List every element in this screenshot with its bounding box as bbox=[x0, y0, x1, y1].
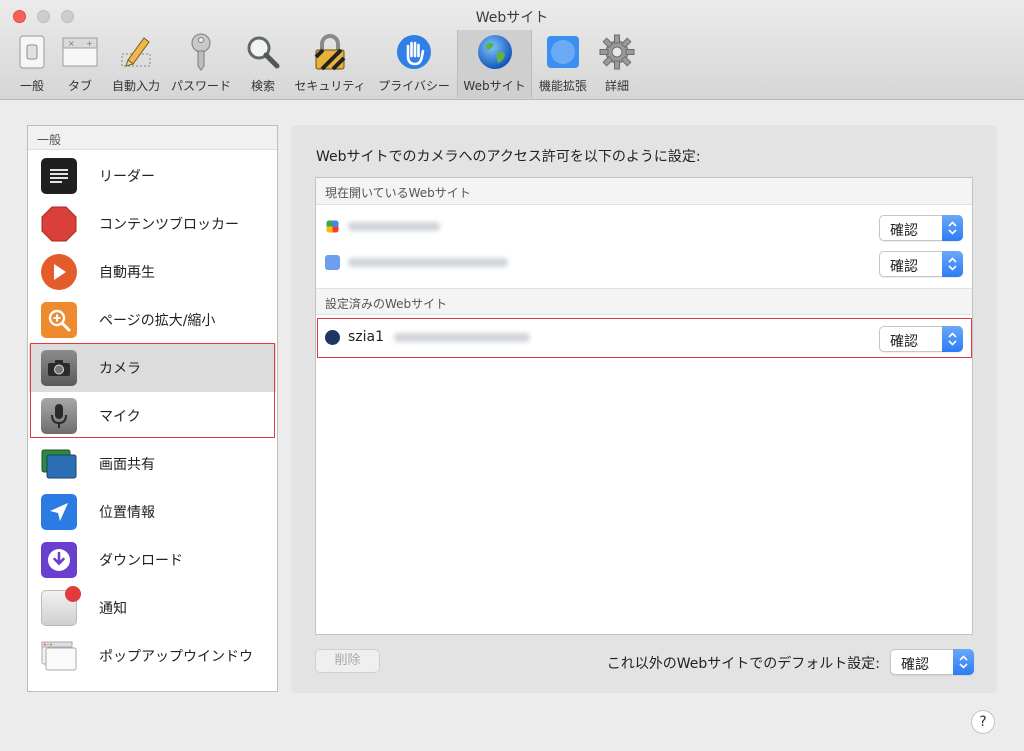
magnifier-icon bbox=[245, 34, 281, 70]
site-row[interactable]: 確認 bbox=[316, 209, 972, 245]
location-arrow-icon bbox=[41, 494, 77, 530]
sidebar-item-label: 通知 bbox=[99, 601, 127, 617]
permission-value: 確認 bbox=[901, 657, 929, 673]
toolbar-label: 詳細 bbox=[604, 79, 629, 93]
sidebar-item-location[interactable]: 位置情報 bbox=[29, 488, 276, 536]
notification-icon bbox=[41, 586, 81, 626]
download-icon bbox=[41, 542, 77, 578]
default-setting-label: これ以外のWebサイトでのデフォルト設定: bbox=[606, 656, 880, 672]
sidebar-item-screen-sharing[interactable]: 画面共有 bbox=[29, 440, 276, 488]
switch-icon bbox=[14, 34, 50, 70]
toolbar-label: 検索 bbox=[250, 79, 275, 93]
permission-select[interactable]: 確認 bbox=[879, 251, 963, 277]
sidebar-item-reader[interactable]: リーダー bbox=[29, 152, 276, 200]
permission-value: 確認 bbox=[890, 259, 918, 275]
sidebar-item-label: 位置情報 bbox=[99, 505, 155, 521]
sidebar-item-label: マイク bbox=[99, 409, 141, 425]
hand-icon bbox=[396, 34, 432, 70]
blurred-site-url bbox=[348, 222, 440, 231]
site-favicon bbox=[325, 255, 340, 270]
stop-sign-icon bbox=[41, 206, 77, 242]
window-title: Webサイト bbox=[475, 10, 549, 26]
sidebar-item-label: コンテンツブロッカー bbox=[99, 217, 239, 233]
toolbar-label: プライバシー bbox=[378, 79, 450, 93]
sidebar-item-page-zoom[interactable]: ページの拡大/縮小 bbox=[29, 296, 276, 344]
pencil-icon bbox=[118, 34, 154, 70]
popup-window-icon bbox=[41, 638, 77, 674]
toolbar-label: 自動入力 bbox=[111, 79, 160, 93]
screen-share-icon bbox=[41, 446, 77, 482]
sidebar-item-content-blockers[interactable]: コンテンツブロッカー bbox=[29, 200, 276, 248]
toolbar-websites[interactable]: Webサイト bbox=[457, 30, 532, 98]
globe-icon bbox=[477, 34, 513, 70]
gear-icon bbox=[599, 34, 635, 70]
toolbar-extensions[interactable]: 機能拡張 bbox=[535, 30, 591, 98]
sidebar-item-label: リーダー bbox=[99, 169, 155, 185]
play-icon bbox=[41, 254, 77, 290]
reader-icon bbox=[41, 158, 77, 194]
sidebar-item-label: 画面共有 bbox=[99, 457, 155, 473]
permission-value: 確認 bbox=[890, 223, 918, 239]
padlock-icon bbox=[312, 34, 348, 71]
key-icon bbox=[183, 33, 219, 71]
sidebar-item-notifications[interactable]: 通知 bbox=[29, 584, 276, 632]
help-button[interactable]: ? bbox=[971, 710, 995, 734]
tabs-icon: × + bbox=[62, 34, 98, 70]
delete-button[interactable]: 削除 bbox=[315, 649, 380, 673]
toolbar-advanced[interactable]: 詳細 bbox=[597, 30, 637, 98]
chevron-updown-icon bbox=[942, 215, 963, 241]
sidebar-item-popup-windows[interactable]: ポップアップウインドウ bbox=[29, 632, 276, 680]
sidebar-section-header: 一般 bbox=[28, 126, 277, 150]
sidebar-item-autoplay[interactable]: 自動再生 bbox=[29, 248, 276, 296]
sidebar: 一般 リーダー コンテンツブロッカー 自動再生 ページの拡大/縮小 カメラ マイ… bbox=[27, 125, 278, 692]
permission-select[interactable]: 確認 bbox=[879, 215, 963, 241]
website-list[interactable]: 現在開いているWebサイト 確認 確認 設定済みのWebサイト szia1 確認 bbox=[315, 177, 973, 635]
badge-dot bbox=[65, 586, 81, 602]
chevron-updown-icon bbox=[942, 251, 963, 277]
zoom-icon bbox=[41, 302, 77, 338]
sidebar-item-microphone[interactable]: マイク bbox=[29, 392, 276, 440]
sidebar-item-label: ページの拡大/縮小 bbox=[99, 313, 216, 329]
camera-icon bbox=[41, 350, 77, 386]
toolbar-label: パスワード bbox=[170, 79, 231, 93]
puzzle-icon bbox=[545, 34, 581, 70]
toolbar-label: Webサイト bbox=[463, 79, 526, 93]
toolbar-search[interactable]: 検索 bbox=[243, 30, 283, 98]
site-favicon bbox=[326, 220, 339, 233]
highlight-box bbox=[317, 318, 972, 358]
safari-preferences-window: Webサイト 一般 × + タブ 自動入力 パスワード 検索 セキュリティ プラ… bbox=[0, 0, 1024, 751]
sidebar-item-label: 自動再生 bbox=[99, 265, 155, 281]
open-sites-header: 現在開いているWebサイト bbox=[316, 178, 972, 205]
toolbar-label: セキュリティ bbox=[294, 79, 366, 93]
sidebar-item-label: カメラ bbox=[99, 361, 141, 377]
toolbar-passwords[interactable]: パスワード bbox=[168, 30, 234, 98]
sidebar-item-camera[interactable]: カメラ bbox=[29, 344, 276, 392]
toolbar-label: タブ bbox=[67, 79, 92, 93]
chevron-updown-icon bbox=[953, 649, 974, 675]
svg-text:+: + bbox=[86, 39, 93, 48]
configured-sites-header: 設定済みのWebサイト bbox=[316, 288, 972, 315]
site-row[interactable]: 確認 bbox=[316, 245, 972, 281]
sidebar-item-label: ダウンロード bbox=[99, 553, 183, 569]
toolbar-autofill[interactable]: 自動入力 bbox=[108, 30, 164, 98]
svg-text:×: × bbox=[68, 39, 75, 48]
toolbar-label: 機能拡張 bbox=[538, 79, 587, 93]
toolbar-tabs[interactable]: × + タブ bbox=[58, 30, 102, 98]
settings-panel: Webサイトでのカメラへのアクセス許可を以下のように設定: 現在開いているWeb… bbox=[291, 125, 997, 693]
toolbar-security[interactable]: セキュリティ bbox=[290, 30, 370, 98]
microphone-icon bbox=[41, 398, 77, 434]
toolbar: Webサイト 一般 × + タブ 自動入力 パスワード 検索 セキュリティ プラ… bbox=[0, 0, 1024, 100]
toolbar-general[interactable]: 一般 bbox=[10, 30, 54, 98]
sidebar-item-downloads[interactable]: ダウンロード bbox=[29, 536, 276, 584]
toolbar-privacy[interactable]: プライバシー bbox=[374, 30, 454, 98]
default-permission-select[interactable]: 確認 bbox=[890, 649, 974, 675]
toolbar-label: 一般 bbox=[19, 79, 44, 93]
sidebar-item-label: ポップアップウインドウ bbox=[99, 649, 253, 665]
blurred-site-url bbox=[348, 258, 508, 267]
page-title: Webサイトでのカメラへのアクセス許可を以下のように設定: bbox=[316, 149, 701, 165]
